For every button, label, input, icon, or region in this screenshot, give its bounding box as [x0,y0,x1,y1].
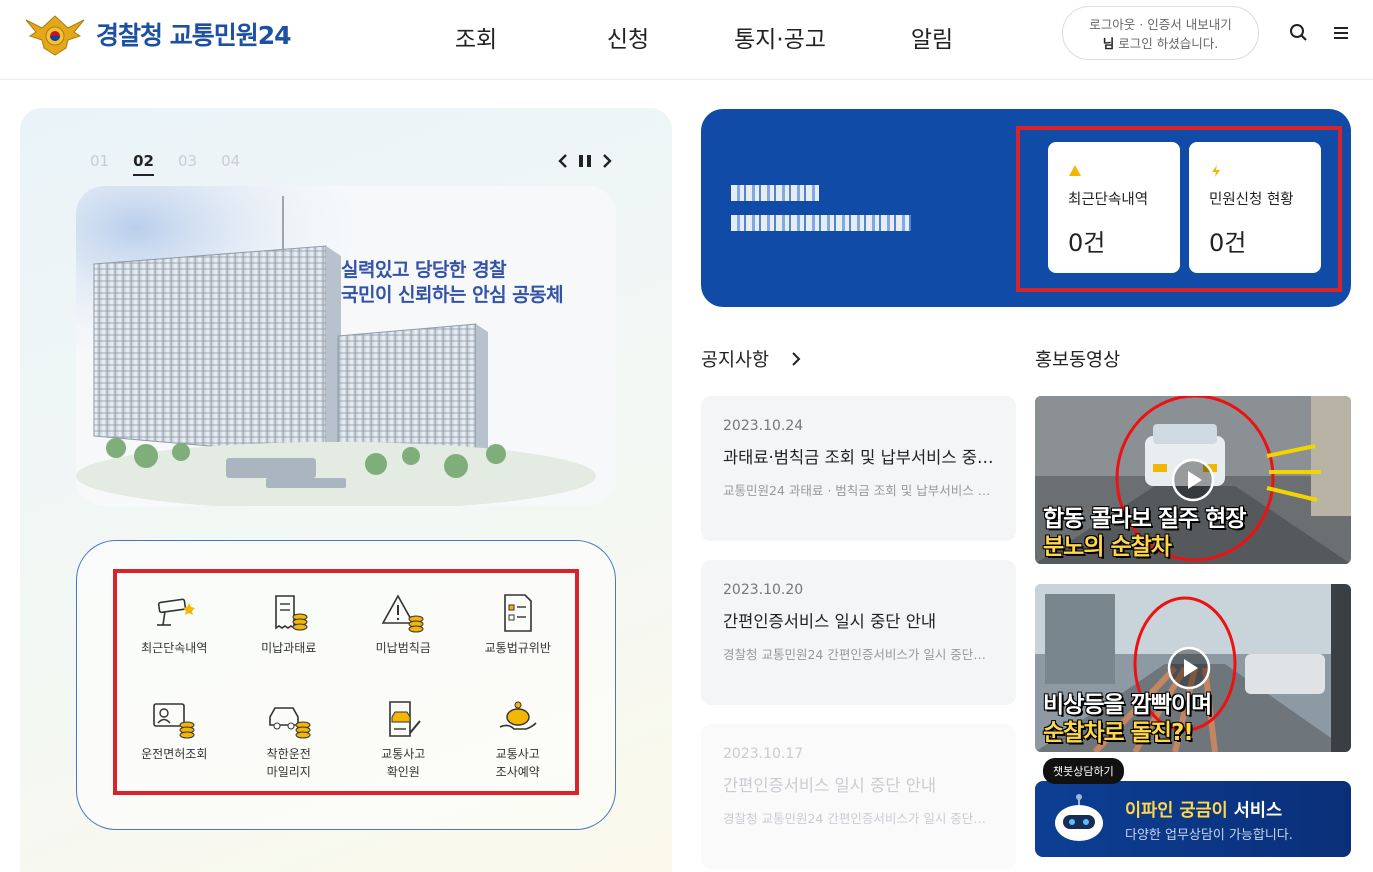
quick-label: 교통사고 조사예약 [495,747,540,779]
nav-application[interactable]: 신청 [552,20,704,54]
quick-label: 착한운전 마일리지 [266,747,311,779]
nav-inquiry[interactable]: 조회 [400,20,552,54]
status-card-title: 최근단속내역 [1068,192,1149,208]
quick-label: 교통법규위반 [484,641,551,655]
license-card-icon [153,703,195,739]
play-icon[interactable] [1167,646,1211,690]
chatbot-title-rest: 서비스 [1233,801,1283,821]
quick-accident-reservation[interactable]: 교통사고 조사예약 [461,679,576,779]
slide-caption-line2: 국민이 신뢰하는 안심 공동체 [341,284,564,306]
login-user-line: 님 로그인 하셨습니다. [1063,34,1258,53]
warning-coins-icon [381,594,424,633]
slide-caption: 실력있고 당당한 경찰 국민이 신뢰하는 안심 공동체 [341,258,564,308]
notice-item[interactable]: 2023.10.24 과태료·범칙금 조회 및 납부서비스 중단 안내 교통민원… [701,396,1016,541]
notice-desc: 교통민원24 과태료 · 범칙금 조회 및 납부서비스 중단 안내 [723,483,995,498]
notice-item[interactable]: 2023.10.20 간편인증서비스 일시 중단 안내 경찰청 교통민원24 간… [701,560,1016,705]
receipt-coins-icon [274,595,308,631]
quick-menu-grid: 최근단속내역 미납과태료 미납범칙금 교통법규위반 운전면허조회 착한운전 마일… [117,573,576,779]
user-suffix: 님 [1102,36,1115,51]
accident-document-icon [389,701,422,737]
quick-label: 최근단속내역 [141,641,208,655]
robot-icon [1055,794,1103,841]
chatbot-banner[interactable]: 이파인 궁금이 서비스 다양한 업무상담이 가능합니다. [1035,781,1351,857]
video-thumbnail[interactable]: 합동 콜라보 질주 현장 분노의 순찰차 [1035,396,1351,564]
police-headquarters-illustration [76,186,616,506]
notice-item[interactable]: 2023.10.17 간편인증서비스 일시 중단 안내 경찰청 교통민원24 간… [701,724,1016,869]
pause-icon[interactable] [576,152,594,170]
slide-visual[interactable]: 실력있고 당당한 경찰 국민이 신뢰하는 안심 공동체 [76,186,616,506]
notice-desc: 경찰청 교통민원24 간편인증서비스가 일시 중단됩니다 [723,811,995,826]
quick-label: 미납과태료 [261,641,317,655]
car-coins-icon [268,707,311,739]
warning-triangle-icon [1069,165,1081,176]
prev-slide-icon[interactable] [554,152,572,170]
notice-date: 2023.10.20 [723,582,804,598]
lightning-icon [1212,165,1220,177]
hamburger-menu-icon[interactable] [1330,22,1352,44]
status-card-title: 민원신청 현황 [1209,192,1294,208]
login-links[interactable]: 로그아웃 · 인증서 내보내기 [1063,15,1258,34]
notice-title: 과태료·범칙금 조회 및 납부서비스 중단 안내 [723,448,995,467]
video-section-title: 홍보동영상 [1035,350,1121,371]
checklist-icon [503,594,532,632]
nav-alerts[interactable]: 알림 [856,20,1008,54]
quick-safe-driving-mileage[interactable]: 착한운전 마일리지 [232,679,347,779]
video-thumbnail[interactable]: 비상등을 깜빡이며 순찰차로 돌진?! [1035,584,1351,752]
nav-notice-announcement[interactable]: 통지·공고 [704,20,856,54]
slide-tab-02[interactable]: 02 [133,152,154,176]
camera-icon [157,598,196,626]
status-card-count: 0건 [1209,229,1247,257]
quick-label: 미납범칙금 [375,641,431,655]
quick-license-check[interactable]: 운전면허조회 [117,679,232,769]
quick-label: 교통사고 확인원 [381,747,426,779]
header: 경찰청 교통민원24 조회 신청 통지·공고 알림 로그아웃 · 인증서 내보내… [0,0,1373,80]
slide-pagination: 01 02 03 04 [90,152,264,176]
logo[interactable]: 경찰청 교통민원24 [22,12,291,56]
video-caption-line1: 비상등을 깜빡이며 [1043,692,1212,718]
quick-recent-enforcement[interactable]: 최근단속내역 [117,573,232,663]
notice-section-title[interactable]: 공지사항 [701,346,769,372]
quick-unpaid-fines[interactable]: 미납과태료 [232,573,347,663]
quick-unpaid-penalties[interactable]: 미납범칙금 [346,573,461,663]
status-card-count: 0건 [1068,229,1106,257]
police-emblem-icon [25,15,85,56]
notice-title: 간편인증서비스 일시 중단 안내 [723,612,937,631]
main-nav: 조회 신청 통지·공고 알림 [400,20,1008,54]
slide-tab-04[interactable]: 04 [221,152,240,176]
notice-date: 2023.10.24 [723,418,804,434]
piggy-bank-icon [499,701,537,730]
notice-desc: 경찰청 교통민원24 간편인증서비스가 일시 중단됩니다 [723,647,995,662]
blurred-user-greeting [731,185,911,245]
logo-text: 경찰청 교통민원24 [96,21,291,50]
login-status-box: 로그아웃 · 인증서 내보내기 님 로그인 하셨습니다. [1062,6,1259,60]
search-icon[interactable] [1288,22,1310,44]
user-status-banner: 최근단속내역 0건 민원신청 현황 0건 [701,109,1351,307]
video-caption-line2: 분노의 순찰차 [1043,534,1172,560]
chevron-right-icon[interactable] [788,350,804,368]
slide-tab-01[interactable]: 01 [90,152,109,176]
quick-label: 운전면허조회 [141,747,208,761]
login-status-text: 로그인 하셨습니다. [1118,36,1219,51]
slide-tab-03[interactable]: 03 [178,152,197,176]
notice-title: 간편인증서비스 일시 중단 안내 [723,776,937,795]
main-visual-panel: 01 02 03 04 실력있고 당당한 경찰 국민이 신뢰하는 안심 공동체 … [20,108,672,872]
notice-date: 2023.10.17 [723,746,804,762]
status-card-recent-enforcement[interactable]: 최근단속내역 0건 [1048,142,1180,273]
chatbot-subtitle: 다양한 업무상담이 가능합니다. [1125,828,1293,843]
video-caption-line2: 순찰차로 돌진?! [1043,720,1194,746]
status-card-application-status[interactable]: 민원신청 현황 0건 [1189,142,1321,273]
chatbot-title: 이파인 궁금이 서비스 [1125,797,1282,822]
chatbot-title-highlight: 이파인 궁금이 [1125,801,1228,821]
slide-caption-line1: 실력있고 당당한 경찰 [341,259,507,281]
next-slide-icon[interactable] [598,152,616,170]
quick-traffic-violation[interactable]: 교통법규위반 [461,573,576,663]
play-icon[interactable] [1171,458,1215,502]
quick-menu-box: 최근단속내역 미납과태료 미납범칙금 교통법규위반 운전면허조회 착한운전 마일… [76,540,616,830]
chatbot-tag[interactable]: 챗봇상담하기 [1043,758,1124,784]
quick-accident-certificate[interactable]: 교통사고 확인원 [346,679,461,779]
video-caption-line1: 합동 콜라보 질주 현장 [1043,506,1246,532]
